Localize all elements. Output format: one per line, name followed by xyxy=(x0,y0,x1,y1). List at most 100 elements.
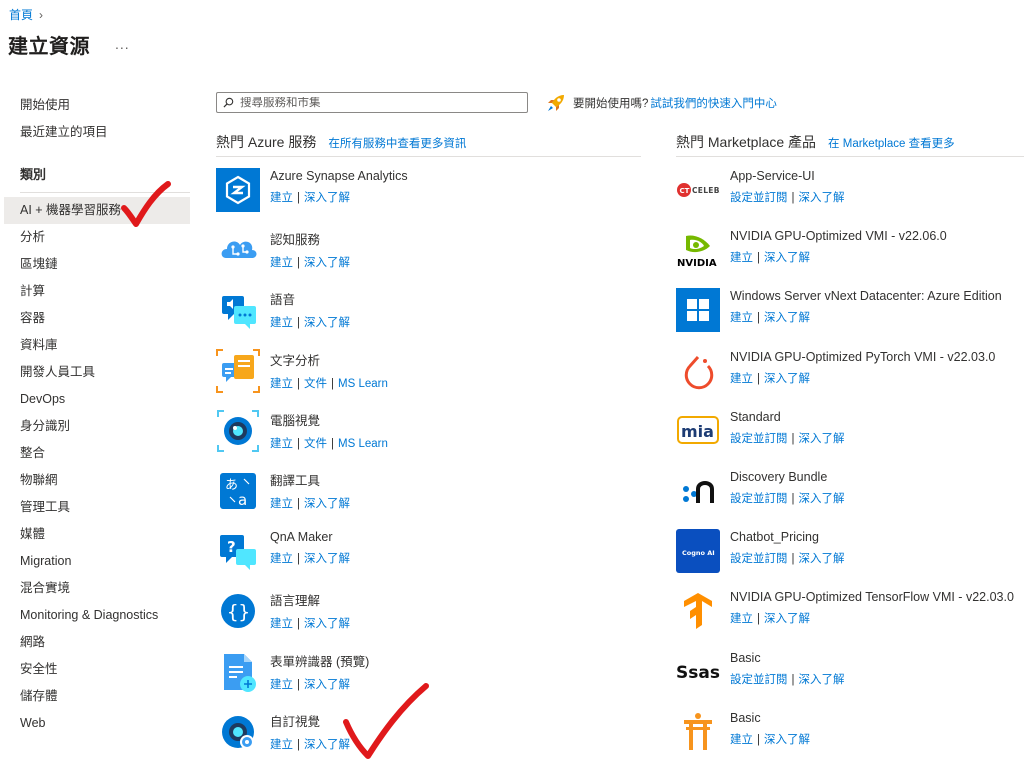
action-separator: | xyxy=(297,257,300,270)
azure-item-action-link[interactable]: 深入了解 xyxy=(304,679,350,691)
azure-item-action-link[interactable]: 建立 xyxy=(270,739,293,751)
svg-text:NVIDIA: NVIDIA xyxy=(677,258,717,269)
azure-item-action-link[interactable]: 建立 xyxy=(270,498,293,510)
azure-item-name: 文字分析 xyxy=(270,353,321,368)
nav-item-recently-created[interactable]: 最近建立的項目 xyxy=(0,119,190,146)
svg-text:CT: CT xyxy=(680,187,690,195)
marketplace-item-name: Basic xyxy=(730,710,761,725)
marketplace-item-action-link[interactable]: 設定並訂閱 xyxy=(730,553,788,565)
azure-section-title: 熱門 Azure 服務 xyxy=(216,134,317,150)
page-title: 建立資源 xyxy=(8,36,90,58)
nav-category-item[interactable]: 身分識別 xyxy=(0,413,190,440)
nav-category-item[interactable]: 媒體 xyxy=(0,521,190,548)
marketplace-item: NVIDIA NVIDIA GPU-Optimized VMI - v22.06.… xyxy=(676,228,947,288)
marketplace-item-action-link[interactable]: 深入了解 xyxy=(764,373,810,385)
azure-item-action-link[interactable]: 深入了解 xyxy=(304,739,350,751)
azure-item-action-link[interactable]: 深入了解 xyxy=(304,498,350,510)
marketplace-item-action-link[interactable]: 深入了解 xyxy=(799,192,845,204)
azure-item-action-link[interactable]: 建立 xyxy=(270,257,293,269)
marketplace-item-action-link[interactable]: 深入了解 xyxy=(799,433,845,445)
quickstart-link[interactable]: 試試我們的快速入門中心 xyxy=(650,95,777,111)
azure-item-action-link[interactable]: 文件 xyxy=(304,378,327,390)
nav-category-item[interactable]: 混合實境 xyxy=(0,575,190,602)
azure-item-action-link[interactable]: 深入了解 xyxy=(304,553,350,565)
marketplace-item-action-link[interactable]: 深入了解 xyxy=(764,734,810,746)
marketplace-item-action-link[interactable]: 設定並訂閱 xyxy=(730,433,788,445)
nav-category-item[interactable]: DevOps xyxy=(0,386,190,413)
marketplace-item-action-link[interactable]: 建立 xyxy=(730,312,753,324)
marketplace-item-action-link[interactable]: 深入了解 xyxy=(764,613,810,625)
breadcrumb-home-link[interactable]: 首頁 xyxy=(9,6,33,23)
azure-item-action-link[interactable]: 建立 xyxy=(270,618,293,630)
action-separator: | xyxy=(791,192,795,204)
nav-category-item[interactable]: Migration xyxy=(0,548,190,575)
marketplace-item-action-link[interactable]: 深入了解 xyxy=(799,493,845,505)
action-separator: | xyxy=(331,437,334,450)
azure-item-name: 翻譯工具 xyxy=(270,474,321,488)
azure-item: 文字分析 建立 | 文件 | MS Learn xyxy=(216,348,388,409)
nav-category-item[interactable]: 整合 xyxy=(0,440,190,467)
nav-category-item[interactable]: Monitoring & Diagnostics xyxy=(0,602,190,629)
marketplace-item-action-link[interactable]: 建立 xyxy=(730,734,753,746)
text-analytics-icon xyxy=(216,348,260,393)
nav-category-item[interactable]: 管理工具 xyxy=(0,494,190,521)
azure-item-action-link[interactable]: MS Learn xyxy=(338,438,388,450)
azure-item-action-link[interactable]: 建立 xyxy=(270,553,293,565)
nav-item-get-started[interactable]: 開始使用 xyxy=(0,92,190,119)
marketplace-item-action-link[interactable]: 深入了解 xyxy=(764,312,810,324)
nav-category-item[interactable]: 計算 xyxy=(0,278,190,305)
action-separator: | xyxy=(757,372,760,385)
search-icon xyxy=(223,97,234,108)
marketplace-item-action-link[interactable]: 建立 xyxy=(730,252,753,264)
search-box[interactable] xyxy=(216,92,528,113)
azure-item-action-link[interactable]: 建立 xyxy=(270,192,293,204)
azure-see-more-link[interactable]: 在所有服務中查看更多資訊 xyxy=(328,135,466,151)
azure-item-action-link[interactable]: 深入了解 xyxy=(304,618,350,630)
marketplace-item-action-link[interactable]: 建立 xyxy=(730,373,753,385)
custom-vision-icon xyxy=(222,715,254,749)
azure-item-action-link[interactable]: 建立 xyxy=(270,438,293,450)
azure-item-action-link[interactable]: 深入了解 xyxy=(304,192,350,204)
nav-category-item[interactable]: 安全性 xyxy=(0,656,190,683)
marketplace-item-action-link[interactable]: 深入了解 xyxy=(799,553,845,565)
nav-category-item[interactable]: 區塊鏈 xyxy=(0,251,190,278)
synapse-icon xyxy=(216,168,260,212)
action-separator: | xyxy=(297,738,300,751)
nav-category-item[interactable]: 分析 xyxy=(0,224,190,251)
language-understanding-icon: {} xyxy=(221,594,255,629)
nav-category-item[interactable]: Web xyxy=(0,710,190,737)
speech-icon xyxy=(222,296,256,330)
marketplace-see-more-link[interactable]: 在 Marketplace 查看更多 xyxy=(828,135,955,151)
marketplace-item-action-link[interactable]: 深入了解 xyxy=(764,252,810,264)
marketplace-item-action-link[interactable]: 設定並訂閱 xyxy=(730,192,788,204)
azure-item-action-link[interactable]: 深入了解 xyxy=(304,257,350,269)
azure-item-action-link[interactable]: 文件 xyxy=(304,438,327,450)
azure-item-action-link[interactable]: 建立 xyxy=(270,679,293,691)
search-input[interactable] xyxy=(240,96,520,109)
nav-category-item[interactable]: 容器 xyxy=(0,305,190,332)
action-separator: | xyxy=(297,317,300,330)
marketplace-item: Discovery Bundle 設定並訂閱 | 深入了解 xyxy=(676,469,845,529)
marketplace-item-action-link[interactable]: 設定並訂閱 xyxy=(730,674,788,686)
nav-category-item[interactable]: 網路 xyxy=(0,629,190,656)
azure-item-action-link[interactable]: 深入了解 xyxy=(304,317,350,329)
nav-category-item[interactable]: 開發人員工具 xyxy=(0,359,190,386)
nav-category-item[interactable]: 物聯網 xyxy=(0,467,190,494)
azure-item: 表單辨識器 (預覽) 建立 | 深入了解 xyxy=(216,650,369,710)
azure-item: 認知服務 建立 | 深入了解 xyxy=(216,228,350,288)
marketplace-item: NVIDIA GPU-Optimized PyTorch VMI - v22.0… xyxy=(676,349,995,409)
cognitive-services-icon xyxy=(221,241,257,259)
action-separator: | xyxy=(757,312,760,325)
more-options-button[interactable]: ... xyxy=(115,36,130,52)
azure-item-action-link[interactable]: 建立 xyxy=(270,317,293,329)
azure-item-action-link[interactable]: 建立 xyxy=(270,378,293,390)
marketplace-item-action-link[interactable]: 建立 xyxy=(730,613,753,625)
azure-item-name: Azure Synapse Analytics xyxy=(270,169,408,183)
nav-category-item[interactable]: 資料庫 xyxy=(0,332,190,359)
action-separator: | xyxy=(791,673,795,686)
marketplace-item-action-link[interactable]: 深入了解 xyxy=(799,674,845,686)
nav-category-item[interactable]: 儲存體 xyxy=(0,683,190,710)
nav-category-item[interactable]: AI + 機器學習服務 xyxy=(4,197,190,224)
azure-item-action-link[interactable]: MS Learn xyxy=(338,378,388,390)
marketplace-item-action-link[interactable]: 設定並訂閱 xyxy=(730,493,788,505)
